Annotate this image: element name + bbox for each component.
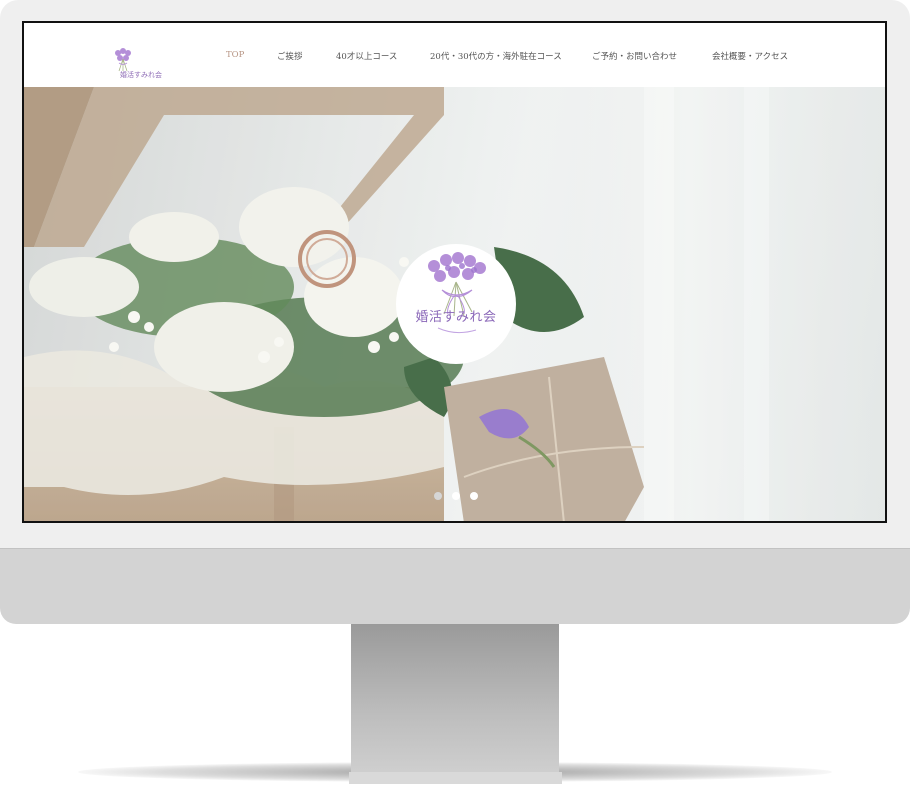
nav-item-reservation-contact[interactable]: ご予約・お問い合わせ (592, 50, 677, 62)
hero-slider[interactable]: 婚活すみれ会 (24, 87, 885, 521)
nav-item-top[interactable]: TOP (226, 50, 244, 60)
nav-item-company-access[interactable]: 会社概要・アクセス (712, 50, 788, 62)
slider-dot-1[interactable] (434, 492, 442, 500)
monitor-stand-base (349, 772, 562, 784)
slider-dot-3[interactable] (470, 492, 478, 500)
main-nav: TOP ご挨拶 40才以上コース 20代・30代の方・海外駐在コース ご予約・お… (24, 50, 885, 66)
slider-dot-2[interactable] (452, 492, 460, 500)
monitor-stand-neck (351, 624, 559, 774)
slider-pagination (428, 492, 488, 504)
monitor-chin-divider (0, 548, 910, 549)
monitor-screen: 婚活すみれ会 TOP ご挨拶 40才以上コース 20代・30代の方・海外駐在コー… (22, 21, 887, 523)
emblem-text: 婚活すみれ会 (415, 310, 497, 325)
site-header: 婚活すみれ会 TOP ご挨拶 40才以上コース 20代・30代の方・海外駐在コー… (24, 23, 885, 87)
nav-item-greeting[interactable]: ご挨拶 (277, 50, 303, 62)
center-emblem: 婚活すみれ会 (396, 244, 516, 364)
logo-text: 婚活すみれ会 (120, 71, 162, 79)
nav-item-course-over-40[interactable]: 40才以上コース (336, 50, 397, 62)
monitor-chin (0, 548, 910, 624)
violet-bouquet-emblem-icon (428, 252, 486, 334)
nav-item-course-20s-30s[interactable]: 20代・30代の方・海外駐在コース (430, 50, 562, 62)
